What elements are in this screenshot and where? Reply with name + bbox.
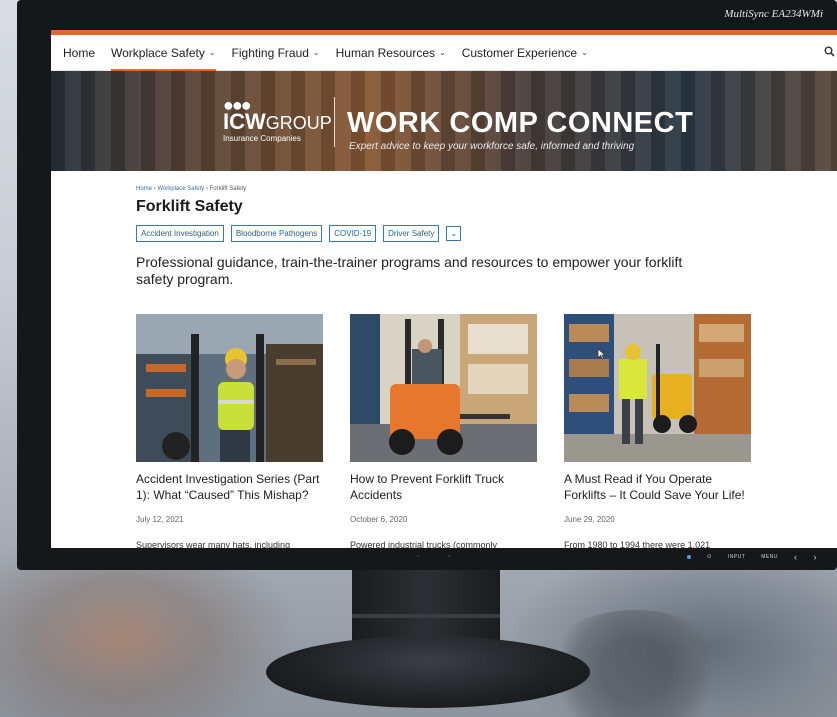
- chevron-down-icon: ⌄: [439, 48, 446, 57]
- article-excerpt: Powered industrial trucks (commonly: [350, 540, 498, 548]
- nav-label: Human Resources: [335, 45, 435, 60]
- article-excerpt: Supervisors wear many hats, including: [136, 540, 291, 548]
- tags-expand-button[interactable]: ⌄: [446, 226, 462, 241]
- article-image-worker-forklift[interactable]: [136, 314, 323, 462]
- article-card[interactable]: Accident Investigation Series (Part 1): …: [136, 314, 323, 548]
- article-image-warehouse-forklift[interactable]: [564, 314, 751, 462]
- logo-brand: ICW: [223, 109, 266, 134]
- breadcrumb: Home › Workplace Safety › Forklift Safet…: [136, 186, 837, 192]
- nav-label: Fighting Fraud: [231, 45, 309, 60]
- nav-item-fighting-fraud[interactable]: Fighting Fraud ⌄: [232, 35, 320, 71]
- menu-button[interactable]: MENU: [761, 554, 778, 560]
- nav-label: Customer Experience: [461, 45, 578, 60]
- icw-group-logo[interactable]: ●●● ICWGROUP Insurance Companies: [223, 96, 332, 143]
- article-title[interactable]: How to Prevent Forklift Truck Accidents: [350, 471, 537, 505]
- left-arrow-button[interactable]: ‹: [794, 552, 798, 562]
- main-nav: Home Workplace Safety ⌄ Fighting Fraud ⌄…: [51, 35, 837, 71]
- monitor-stand-base: [266, 636, 590, 708]
- power-led-icon: [687, 555, 692, 559]
- banner-tagline: Expert advice to keep your workforce saf…: [349, 141, 635, 152]
- tag-list: Accident Investigation Bloodborne Pathog…: [136, 225, 837, 242]
- article-card[interactable]: How to Prevent Forklift Truck Accidents …: [350, 314, 537, 548]
- breadcrumb-separator: ›: [205, 186, 208, 192]
- main-content: Home › Workplace Safety › Forklift Safet…: [51, 171, 837, 548]
- mouse-cursor-icon: [597, 348, 607, 363]
- chevron-down-icon: ⌄: [208, 48, 216, 57]
- input-button[interactable]: INPUT: [728, 554, 746, 560]
- chevron-down-icon: ⌄: [312, 48, 320, 57]
- right-arrow-button[interactable]: ›: [814, 552, 818, 562]
- article-excerpt: From 1980 to 1994 there were 1,021: [564, 540, 711, 548]
- article-card[interactable]: A Must Read if You Operate Forklifts – I…: [564, 314, 751, 548]
- article-image-orange-forklift[interactable]: [350, 314, 537, 462]
- breadcrumb-workplace-safety[interactable]: Workplace Safety: [157, 186, 204, 192]
- browser-screen: Home Workplace Safety ⌄ Fighting Fraud ⌄…: [51, 30, 837, 548]
- search-icon[interactable]: [824, 46, 835, 60]
- banner-divider: [334, 97, 335, 147]
- article-title[interactable]: Accident Investigation Series (Part 1): …: [136, 471, 323, 505]
- page-title: Forklift Safety: [136, 198, 243, 215]
- monitor-controls: ⏻ INPUT MENU ‹ ›: [687, 552, 817, 562]
- article-title[interactable]: A Must Read if You Operate Forklifts – I…: [564, 471, 751, 505]
- tag-accident-investigation[interactable]: Accident Investigation: [136, 225, 224, 242]
- logo-group: GROUP: [265, 113, 332, 133]
- tag-covid-19[interactable]: COVID-19: [329, 225, 377, 242]
- tag-driver-safety[interactable]: Driver Safety: [383, 225, 440, 242]
- article-cards: Accident Investigation Series (Part 1): …: [136, 314, 837, 548]
- logo-wordmark: ICWGROUP: [223, 111, 332, 134]
- nav-item-workplace-safety[interactable]: Workplace Safety ⌄: [111, 35, 216, 71]
- nav-item-human-resources[interactable]: Human Resources ⌄: [336, 35, 446, 71]
- nav-item-home[interactable]: Home: [63, 35, 95, 71]
- nav-label: Home: [63, 45, 96, 60]
- breadcrumb-current: Forklift Safety: [209, 186, 247, 192]
- nav-item-customer-experience[interactable]: Customer Experience ⌄: [462, 35, 588, 71]
- monitor-center-marks: • •: [417, 554, 464, 560]
- breadcrumb-home[interactable]: Home: [136, 186, 152, 192]
- tag-bloodborne-pathogens[interactable]: Bloodborne Pathogens: [230, 225, 323, 242]
- intro-text: Professional guidance, train-the-trainer…: [136, 254, 683, 287]
- site-banner: ●●● ICWGROUP Insurance Companies WORK CO…: [51, 71, 837, 171]
- banner-title: WORK COMP CONNECT: [347, 107, 694, 139]
- nav-label: Workplace Safety: [111, 45, 205, 60]
- article-date: June 29, 2020: [564, 515, 615, 524]
- monitor-brand: MultiSync EA234WMi: [724, 8, 823, 20]
- power-button[interactable]: ⏻: [707, 554, 711, 560]
- monitor-bezel: MultiSync EA234WMi Home Workplace Safety…: [17, 0, 837, 570]
- chevron-down-icon: ⌄: [581, 48, 588, 57]
- article-date: July 12, 2021: [136, 515, 184, 524]
- article-date: October 6, 2020: [350, 515, 408, 524]
- logo-subtitle: Insurance Companies: [223, 134, 301, 143]
- monitor-stand-joint: [352, 614, 500, 618]
- breadcrumb-separator: ›: [153, 186, 156, 192]
